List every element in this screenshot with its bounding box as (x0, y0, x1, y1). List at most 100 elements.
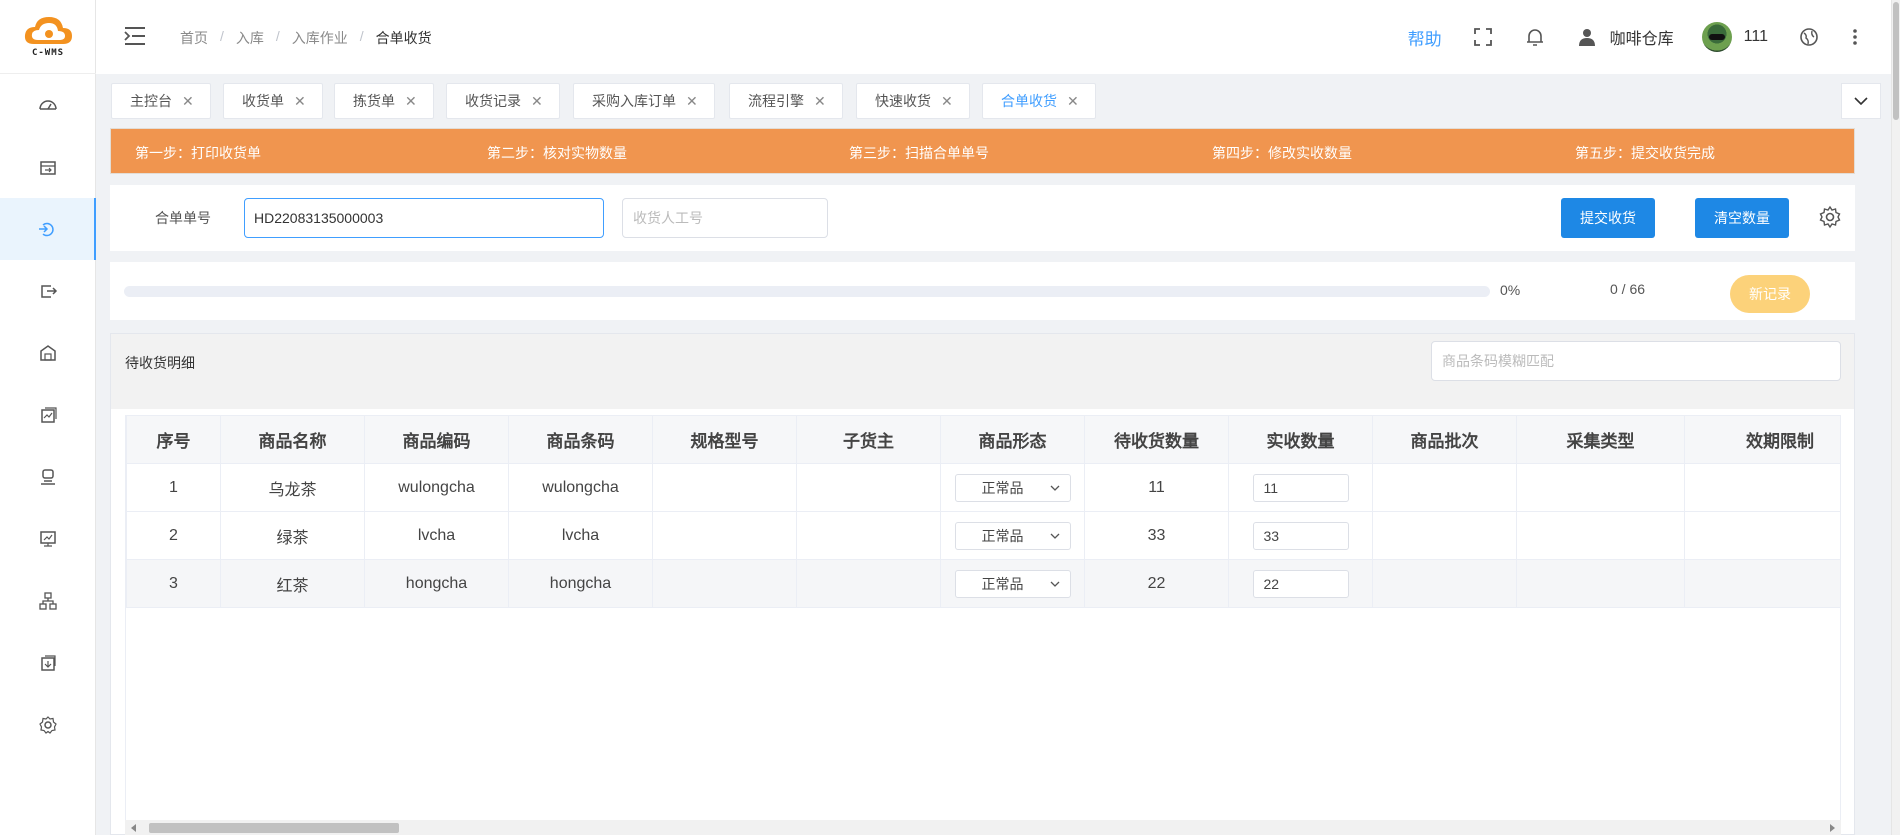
breadcrumb-inbound-ops[interactable]: 入库作业 (292, 28, 348, 48)
receipt-icon (40, 161, 56, 175)
user-id[interactable]: 111 (1744, 28, 1768, 46)
scrollbar-thumb[interactable] (1893, 2, 1899, 120)
cell-barcode: wulongcha (508, 463, 653, 512)
col-expiry: 效期限制 (1684, 415, 1840, 464)
form-select[interactable]: 正常品 (954, 473, 1071, 502)
close-icon[interactable]: ✕ (531, 93, 543, 110)
close-icon[interactable]: ✕ (941, 93, 953, 110)
progress-bar (124, 286, 1490, 297)
col-spec: 规格型号 (652, 415, 797, 464)
tab-dashboard[interactable]: 主控台 ✕ (111, 83, 211, 119)
form-select-value: 正常品 (981, 575, 1024, 592)
tab-quick-receipt[interactable]: 快速收货 ✕ (856, 83, 970, 119)
tab-purchase-order[interactable]: 采购入库订单 ✕ (573, 83, 715, 119)
form-select-value: 正常品 (981, 479, 1024, 496)
col-code: 商品编码 (364, 415, 509, 464)
cell-form: 正常品 (940, 559, 1085, 608)
clear-quantity-button[interactable]: 清空数量 (1695, 198, 1789, 238)
order-number-input[interactable]: HD22083135000003 (244, 198, 604, 238)
sidebar-item-settings[interactable] (0, 694, 96, 756)
actual-qty-input[interactable]: 22 (1252, 569, 1349, 598)
new-record-button[interactable]: 新记录 (1730, 275, 1810, 313)
breadcrumb-current: 合单收货 (375, 30, 432, 46)
chevron-down-icon (1050, 581, 1059, 587)
detail-header: 待收货明细 商品条码模糊匹配 (111, 334, 1854, 409)
cell-no: 2 (126, 511, 221, 560)
close-icon[interactable]: ✕ (1067, 93, 1079, 110)
cell-batch (1372, 559, 1517, 608)
detail-panel: 待收货明细 商品条码模糊匹配 序号 商品名称 商品编码 商品条码 规格型号 子货… (110, 333, 1855, 835)
sidebar-item-download[interactable] (0, 632, 96, 694)
vertical-scrollbar[interactable] (1891, 0, 1900, 835)
step-3: 第三步：扫描合单单号 (849, 145, 989, 161)
col-collect: 采集类型 (1516, 415, 1685, 464)
chevron-down-icon (1050, 533, 1059, 539)
menu-toggle-icon[interactable] (124, 26, 146, 46)
sidebar-item-report[interactable] (0, 384, 96, 446)
sidebar-item-receipt[interactable] (0, 136, 96, 198)
breadcrumb-inbound[interactable]: 入库 (236, 28, 264, 48)
cell-barcode: hongcha (508, 559, 653, 608)
tab-receipt-records[interactable]: 收货记录 ✕ (446, 83, 560, 119)
sidebar-item-warehouse[interactable] (0, 322, 96, 384)
help-link[interactable]: 帮助 (1408, 25, 1442, 50)
tab-receipt[interactable]: 收货单 ✕ (223, 83, 323, 119)
close-icon[interactable]: ✕ (294, 93, 306, 110)
tab-label: 采购入库订单 (592, 93, 676, 109)
bell-icon[interactable] (1524, 26, 1546, 48)
close-icon[interactable]: ✕ (182, 93, 194, 110)
sidebar-item-staff[interactable] (0, 446, 96, 508)
submit-receipt-button[interactable]: 提交收货 (1561, 198, 1655, 238)
tab-merge-receipt[interactable]: 合单收货 ✕ (982, 83, 1096, 119)
scroll-left-icon[interactable] (131, 824, 136, 832)
sidebar-item-outbound[interactable] (0, 260, 96, 322)
sidebar-item-chart[interactable] (0, 508, 96, 570)
cell-owner (796, 511, 941, 560)
actual-qty-input[interactable]: 33 (1252, 521, 1349, 550)
scrollbar-thumb[interactable] (149, 823, 399, 833)
tab-picking[interactable]: 拣货单 ✕ (334, 83, 434, 119)
scroll-right-icon[interactable] (1830, 824, 1835, 832)
breadcrumb-home[interactable]: 首页 (180, 28, 208, 48)
chevron-down-icon (1050, 485, 1059, 491)
col-batch: 商品批次 (1372, 415, 1517, 464)
form-select[interactable]: 正常品 (954, 569, 1071, 598)
table-row: 1 乌龙茶 wulongcha wulongcha 正常品 11 11 (126, 463, 1840, 512)
gear-icon[interactable] (1818, 205, 1842, 229)
avatar[interactable] (1701, 22, 1732, 52)
cell-no: 3 (126, 559, 221, 608)
step-2: 第二步：核对实物数量 (487, 145, 627, 161)
cell-pending: 11 (1084, 463, 1229, 512)
form-select[interactable]: 正常品 (954, 521, 1071, 550)
tab-workflow[interactable]: 流程引擎 ✕ (729, 83, 843, 119)
tabs-dropdown[interactable] (1841, 83, 1881, 119)
close-icon[interactable]: ✕ (814, 93, 826, 110)
actual-qty-input[interactable]: 11 (1252, 473, 1349, 502)
close-icon[interactable]: ✕ (405, 93, 417, 110)
cell-code: wulongcha (364, 463, 509, 512)
cell-name: 红茶 (220, 559, 365, 608)
cell-expiry (1684, 511, 1840, 560)
sidebar-item-inbound[interactable] (0, 198, 96, 260)
cell-name: 绿茶 (220, 511, 365, 560)
form-select-value: 正常品 (981, 527, 1024, 544)
chevron-down-icon (1854, 97, 1868, 105)
warehouse-name[interactable]: 咖啡仓库 (1610, 25, 1674, 49)
logo[interactable]: C-WMS (0, 0, 96, 74)
worker-id-input[interactable]: 收货人工号 (622, 198, 828, 238)
staff-icon (41, 469, 55, 485)
chart-icon (40, 531, 56, 547)
fullscreen-icon[interactable] (1472, 26, 1494, 48)
more-vertical-icon[interactable] (1850, 26, 1860, 48)
tab-label: 流程引擎 (748, 93, 804, 109)
table-header-row: 序号 商品名称 商品编码 商品条码 规格型号 子货主 商品形态 待收货数量 实收… (126, 415, 1840, 464)
horizontal-scrollbar[interactable] (125, 820, 1841, 835)
sidebar-item-org[interactable] (0, 570, 96, 632)
globe-icon[interactable] (1798, 26, 1820, 48)
cell-code: lvcha (364, 511, 509, 560)
inbound-icon (39, 222, 54, 237)
barcode-search-input[interactable]: 商品条码模糊匹配 (1431, 341, 1841, 381)
progress-percent: 0% (1500, 282, 1521, 298)
close-icon[interactable]: ✕ (686, 93, 698, 110)
sidebar-item-dashboard[interactable] (0, 74, 96, 136)
